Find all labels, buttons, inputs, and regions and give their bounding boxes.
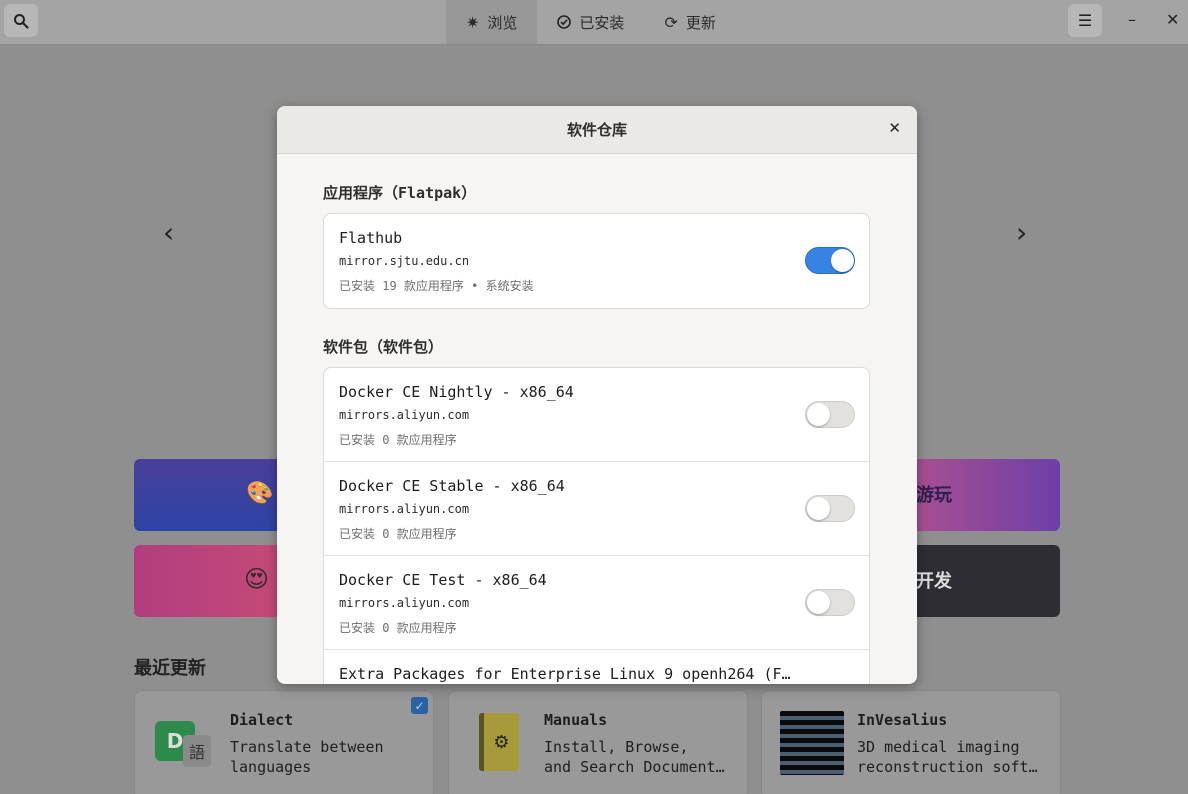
- repo-enable-switch[interactable]: [805, 401, 855, 428]
- repo-row: Docker CE Stable - x86_64 mirrors.aliyun…: [324, 462, 869, 556]
- repo-name: Docker CE Stable - x86_64: [339, 477, 565, 495]
- app-description: Translate between languages: [230, 738, 384, 776]
- category-develop[interactable]: 开发: [900, 545, 1060, 617]
- repo-status: 已安装 0 款应用程序: [339, 621, 457, 635]
- invesalius-app-icon: [780, 711, 844, 775]
- group-title-flatpak: 应用程序（Flatpak）: [323, 184, 477, 202]
- app-card-invesalius[interactable]: InVesalius 3D medical imaging reconstruc…: [761, 690, 1061, 794]
- repo-url: mirrors.aliyun.com: [339, 408, 470, 422]
- repo-status: 已安装 0 款应用程序: [339, 433, 457, 447]
- app-name: InVesalius: [857, 711, 948, 729]
- app-name: Dialect: [230, 711, 294, 729]
- switch-knob: [831, 249, 854, 272]
- header-bar: ✷ 浏览 已安装 ⟳ 更新 ☰ – ✕: [0, 0, 1188, 45]
- carousel-prev-button[interactable]: ‹: [163, 216, 174, 249]
- tab-browse[interactable]: ✷ 浏览: [446, 0, 538, 44]
- translate-glyph-icon: 語: [183, 735, 211, 767]
- repo-url: mirrors.aliyun.com: [339, 502, 470, 516]
- app-description: 3D medical imaging reconstruction soft…: [857, 738, 1038, 776]
- repo-name: Flathub: [339, 229, 403, 247]
- compass-icon: ✷: [466, 12, 480, 32]
- close-window-button[interactable]: ✕: [1166, 10, 1179, 29]
- repo-name: Extra Packages for Enterprise Linux 9 op…: [339, 665, 791, 683]
- category-social[interactable]: 😍: [134, 545, 294, 617]
- repo-name: Docker CE Test - x86_64: [339, 571, 547, 589]
- tab-installed[interactable]: 已安装: [537, 0, 644, 44]
- tab-updates[interactable]: ⟳ 更新: [644, 0, 735, 44]
- recent-updates-title: 最近更新: [134, 658, 206, 679]
- main-menu-button[interactable]: ☰: [1068, 4, 1102, 37]
- app-card-dialect[interactable]: D 語 Dialect Translate between languages …: [134, 690, 434, 794]
- dialog-close-button[interactable]: ✕: [888, 119, 901, 137]
- package-repo-list: Docker CE Nightly - x86_64 mirrors.aliyu…: [323, 367, 870, 684]
- art-icon: 🎨: [246, 481, 274, 506]
- repo-status: 已安装 0 款应用程序: [339, 527, 457, 541]
- switch-knob: [807, 497, 830, 520]
- repo-row: Flathub mirror.sjtu.edu.cn 已安装 19 款应用程序 …: [324, 214, 869, 308]
- repo-row: Extra Packages for Enterprise Linux 9 op…: [324, 650, 869, 684]
- category-create[interactable]: 🎨: [134, 459, 294, 531]
- dialog-header: 软件仓库 ✕: [277, 106, 917, 154]
- hamburger-icon: ☰: [1077, 11, 1093, 30]
- dialog-title: 软件仓库: [566, 121, 627, 139]
- carousel-next-button[interactable]: ›: [1016, 216, 1027, 249]
- check-icon: [557, 15, 572, 29]
- manuals-app-icon: ⚙: [479, 713, 519, 771]
- category-play[interactable]: 游玩: [900, 459, 1060, 531]
- search-icon: [14, 13, 29, 29]
- search-button[interactable]: [4, 4, 38, 37]
- view-switcher: ✷ 浏览 已安装 ⟳ 更新: [446, 0, 736, 45]
- flatpak-repo-list: Flathub mirror.sjtu.edu.cn 已安装 19 款应用程序 …: [323, 213, 870, 309]
- repo-url: mirrors.aliyun.com: [339, 596, 470, 610]
- checkbox-checked-icon[interactable]: ✓: [411, 697, 428, 714]
- repo-url: mirror.sjtu.edu.cn: [339, 254, 470, 268]
- repo-name: Docker CE Nightly - x86_64: [339, 383, 574, 401]
- app-card-manuals[interactable]: ⚙ Manuals Install, Browse, and Search Do…: [448, 690, 748, 794]
- refresh-icon: ⟳: [664, 12, 678, 32]
- repositories-dialog: 软件仓库 ✕ 应用程序（Flatpak） Flathub mirror.sjtu…: [277, 106, 917, 684]
- repo-enable-switch[interactable]: [805, 495, 855, 522]
- repo-enable-switch[interactable]: [805, 247, 855, 274]
- category-label: 开发: [916, 571, 952, 592]
- repo-row: Docker CE Nightly - x86_64 mirrors.aliyu…: [324, 368, 869, 462]
- emoji-icon: 😍: [244, 565, 270, 593]
- repo-status: 已安装 19 款应用程序 • 系统安装: [339, 279, 534, 293]
- minimize-icon: –: [1128, 10, 1136, 29]
- app-name: Manuals: [544, 711, 608, 729]
- repo-enable-switch[interactable]: [805, 589, 855, 616]
- app-description: Install, Browse, and Search Document…: [544, 738, 725, 776]
- close-icon: ✕: [1166, 10, 1180, 29]
- group-title-packages: 软件包（软件包）: [323, 338, 444, 356]
- minimize-button[interactable]: –: [1128, 10, 1136, 29]
- tab-label: 更新: [685, 13, 716, 32]
- switch-knob: [807, 591, 830, 614]
- category-label: 游玩: [916, 485, 952, 506]
- switch-knob: [807, 403, 830, 426]
- close-icon: ✕: [888, 119, 901, 137]
- tab-label: 浏览: [487, 13, 518, 32]
- repo-row: Docker CE Test - x86_64 mirrors.aliyun.c…: [324, 556, 869, 650]
- tab-label: 已安装: [579, 13, 625, 32]
